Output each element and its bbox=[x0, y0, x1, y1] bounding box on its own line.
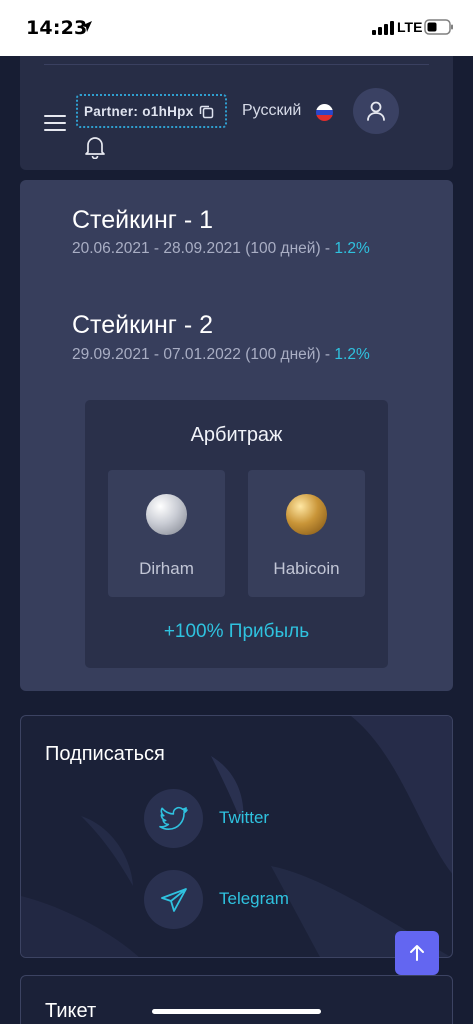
staking-1-dates: 20.06.2021 - 28.09.2021 (100 дней) - 1.2… bbox=[72, 240, 370, 257]
bell-icon[interactable] bbox=[84, 135, 106, 159]
coin-tile-habicoin[interactable]: Habicoin bbox=[248, 470, 365, 597]
staking-2-dates: 29.09.2021 - 07.01.2022 (100 дней) - 1.2… bbox=[72, 346, 370, 363]
user-icon bbox=[367, 101, 385, 121]
signal-icon bbox=[372, 21, 394, 35]
russia-flag-icon[interactable] bbox=[316, 104, 333, 121]
status-bar: 14:23 LTE bbox=[0, 0, 473, 56]
arrow-up-icon bbox=[410, 945, 424, 961]
location-arrow-icon bbox=[81, 21, 92, 32]
telegram-icon bbox=[160, 887, 187, 912]
staking-card: Стейкинг - 1 20.06.2021 - 28.09.2021 (10… bbox=[20, 180, 453, 691]
twitter-link[interactable]: Twitter bbox=[219, 808, 269, 828]
home-indicator[interactable] bbox=[152, 1009, 321, 1014]
telegram-link[interactable]: Telegram bbox=[219, 889, 289, 909]
staking-2-title: Стейкинг - 2 bbox=[72, 311, 214, 339]
staking-1-title: Стейкинг - 1 bbox=[72, 206, 214, 234]
ticket-card: Тикет bbox=[20, 975, 453, 1024]
header: Partner: o1hHpx Русский bbox=[20, 56, 453, 170]
ticket-title: Тикет bbox=[45, 1000, 97, 1022]
arbitrage-box: Арбитраж Dirham Habicoin +100% Прибыль bbox=[85, 400, 388, 668]
twitter-button[interactable] bbox=[144, 789, 203, 848]
staking-1-percent: 1.2% bbox=[334, 240, 370, 257]
profit-label: +100% Прибыль bbox=[163, 621, 310, 642]
twitter-icon bbox=[158, 806, 188, 830]
arbitrage-title: Арбитраж bbox=[190, 424, 283, 446]
battery-icon bbox=[424, 19, 453, 35]
copy-icon[interactable] bbox=[199, 104, 214, 119]
coin-label: Habicoin bbox=[273, 559, 340, 578]
language-selector[interactable]: Русский bbox=[242, 102, 301, 120]
habicoin-coin-icon bbox=[286, 494, 327, 535]
partner-code-button[interactable]: Partner: o1hHpx bbox=[76, 94, 227, 128]
coin-label: Dirham bbox=[139, 559, 194, 578]
staking-2-percent: 1.2% bbox=[334, 346, 370, 363]
status-time: 14:23 bbox=[26, 17, 88, 39]
telegram-button[interactable] bbox=[144, 870, 203, 929]
network-type: LTE bbox=[397, 19, 423, 35]
partner-label: Partner: o1hHpx bbox=[84, 103, 194, 119]
subscribe-card: Подписаться Twitter Telegram bbox=[20, 715, 453, 958]
divider bbox=[44, 64, 429, 65]
subscribe-title: Подписаться bbox=[45, 743, 165, 765]
scroll-to-top-button[interactable] bbox=[395, 931, 439, 975]
menu-icon[interactable] bbox=[44, 115, 66, 133]
profile-button[interactable] bbox=[353, 88, 399, 134]
coin-tile-dirham[interactable]: Dirham bbox=[108, 470, 225, 597]
dirham-coin-icon bbox=[146, 494, 187, 535]
